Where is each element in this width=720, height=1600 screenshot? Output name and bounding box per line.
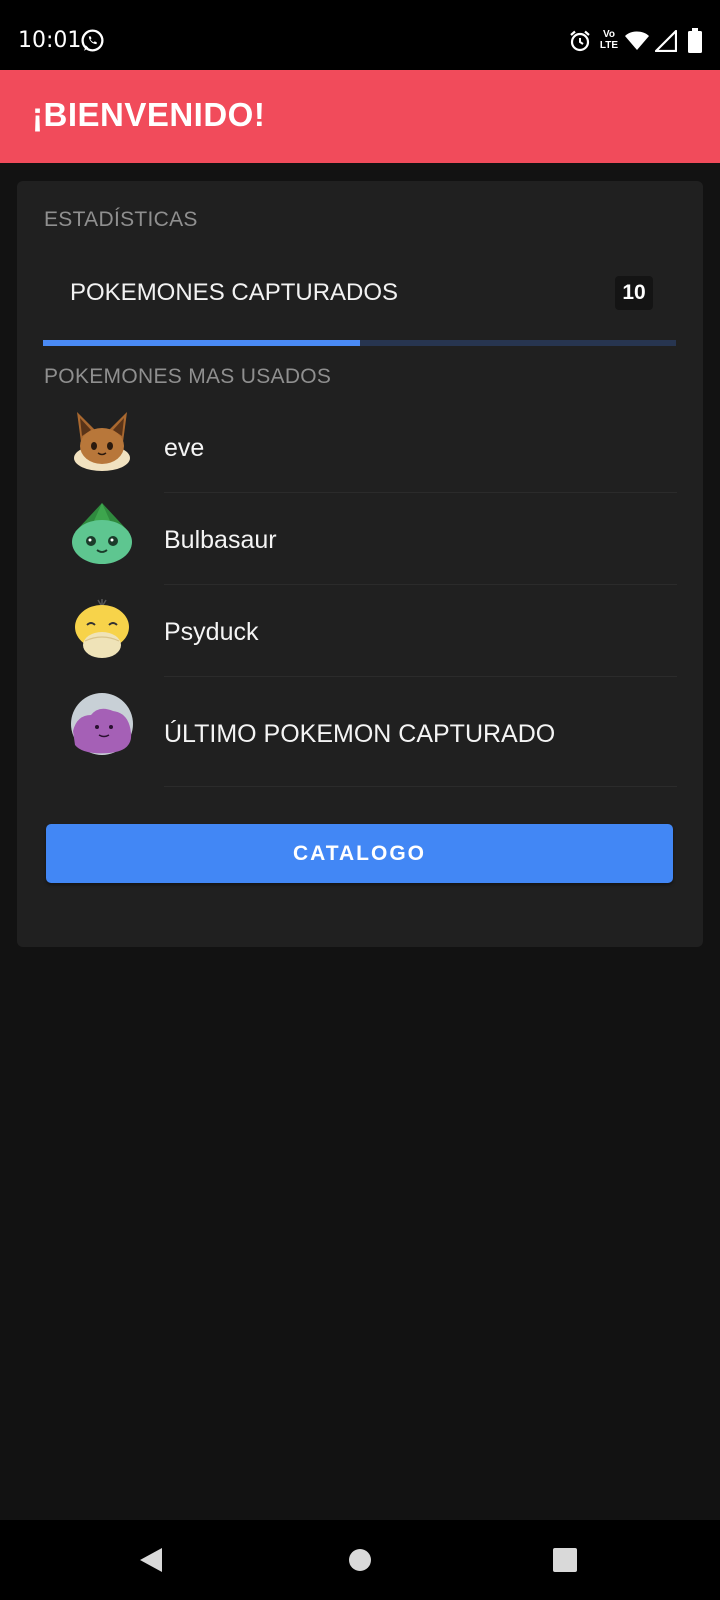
status-time: 10:01 (18, 28, 82, 53)
list-item[interactable]: Psyduck (17, 585, 703, 677)
pokemon-name: eve (164, 434, 205, 462)
pokemon-name: Psyduck (164, 618, 259, 646)
captured-stat-row: POKEMONES CAPTURADOS 10 (17, 265, 703, 325)
ditto-icon (71, 693, 133, 755)
stats-section-label: ESTADÍSTICAS (44, 208, 198, 231)
captured-count-badge: 10 (615, 276, 653, 310)
navigation-bar (0, 1520, 720, 1600)
back-icon[interactable] (132, 1540, 172, 1580)
divider (164, 786, 677, 787)
app-bar: ¡BIENVENIDO! (0, 70, 720, 163)
list-item[interactable]: Bulbasaur (17, 493, 703, 585)
signal-icon (655, 30, 677, 52)
list-item[interactable]: eve (17, 401, 703, 493)
alarm-icon (570, 30, 590, 52)
eevee-icon (74, 412, 130, 471)
battery-icon (688, 28, 702, 53)
whatsapp-icon (81, 29, 104, 52)
captured-label: POKEMONES CAPTURADOS (70, 279, 399, 306)
most-used-section-label: POKEMONES MAS USADOS (44, 365, 332, 388)
catalog-button[interactable]: CATALOGO (46, 824, 673, 883)
home-icon[interactable] (340, 1540, 380, 1580)
page-title: ¡BIENVENIDO! (32, 96, 266, 133)
capture-progress-fill (43, 340, 360, 346)
bulbasaur-icon (72, 503, 132, 564)
status-bar: 10:01 Vo LTE (0, 0, 720, 70)
list-item[interactable]: ÚLTIMO POKEMON CAPTURADO (17, 677, 703, 787)
wifi-icon (625, 31, 649, 50)
pokemon-name: Bulbasaur (164, 526, 277, 554)
volte-icon: Vo LTE (599, 29, 619, 51)
capture-progress-bar (43, 340, 676, 346)
stats-card: ESTADÍSTICAS POKEMONES CAPTURADOS 10 POK… (17, 181, 703, 947)
recents-icon[interactable] (545, 1540, 585, 1580)
pokemon-name: ÚLTIMO POKEMON CAPTURADO (164, 720, 556, 748)
psyduck-icon (75, 599, 129, 658)
